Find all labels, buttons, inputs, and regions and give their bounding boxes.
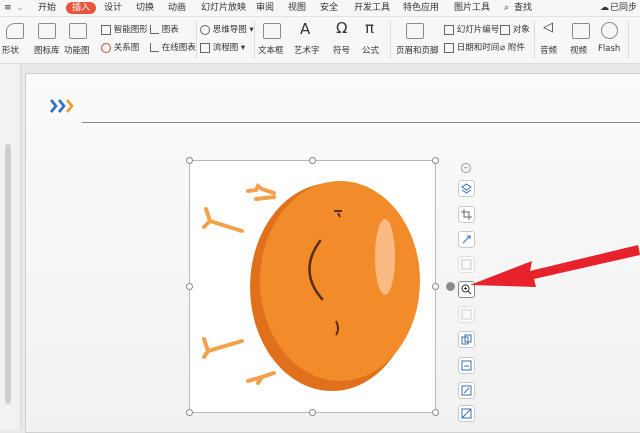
tab-security[interactable]: 安全 [320,2,338,14]
sync-status: 已同步 [610,3,638,13]
smart-graphic-button[interactable]: 智能图形 [101,23,148,35]
online-chart-icon [150,43,159,52]
slide-number-button[interactable]: 幻灯片编号 [444,23,499,35]
icon-library-icon[interactable] [38,23,56,39]
copy-icon [461,334,472,345]
video-button[interactable]: 视频 [570,44,587,56]
grid-icon [461,309,472,320]
search-label[interactable]: 查找 [514,2,532,14]
relation-chart-icon [101,42,111,53]
title-underline [82,122,640,123]
flow-chart-button[interactable]: 流程图 ▾ [200,41,245,53]
tab-slideshow[interactable]: 幻灯片放映 [201,2,246,14]
symbol-button[interactable]: 符号 [333,44,350,56]
selected-image[interactable] [189,160,436,413]
layers-icon [461,183,472,194]
tab-animation[interactable]: 动画 [168,2,186,14]
replace-image-button[interactable] [458,357,475,374]
edit-image-button[interactable] [458,405,475,422]
separator [534,21,535,59]
slide-number-icon [444,24,454,35]
art-text-button[interactable]: 艺术字 [294,44,320,56]
separator [390,21,391,59]
separator [254,21,255,59]
function-chart-button[interactable]: 功能图 [64,44,90,56]
mind-map-button[interactable]: 思维导图 ▾ [200,23,254,35]
layers-button[interactable] [458,180,475,197]
shape-button[interactable]: 形状 [2,44,19,56]
attachment-button[interactable]: ⌀ 附件 [500,41,525,53]
copy-image-button[interactable] [458,331,475,348]
function-chart-icon[interactable] [69,23,87,39]
resize-handle-top[interactable] [309,157,316,164]
crop-button[interactable] [458,206,475,223]
crop-icon [461,209,472,220]
orange-character-illustration [202,181,420,391]
export-image-button[interactable] [458,382,475,399]
tab-developer[interactable]: 开发工具 [354,2,390,14]
resize-handle-left[interactable] [186,283,193,290]
tab-design[interactable]: 设计 [104,2,122,14]
red-arrow-annotation [470,245,640,287]
rotate-handle-icon[interactable] [446,282,455,291]
pi-formula-icon[interactable]: π [365,19,374,37]
art-text-icon[interactable]: A [300,20,310,38]
tab-picture-tools[interactable]: 图片工具 [454,2,490,14]
resize-handle-bottom-left[interactable] [186,409,193,416]
tab-start[interactable]: 开始 [38,2,56,14]
formula-button[interactable]: 公式 [362,44,379,56]
resize-handle-bottom-right[interactable] [432,409,439,416]
video-icon[interactable] [572,23,590,39]
bar-chart-icon [150,25,159,34]
tab-special[interactable]: 特色应用 [403,2,439,14]
omega-symbol-icon[interactable]: Ω [336,19,347,37]
flash-button[interactable]: Flash [598,44,620,54]
icon-library-button[interactable]: 图标库 [34,44,60,56]
separator [196,21,197,59]
mind-map-icon [200,24,210,35]
resize-handle-top-left[interactable] [186,157,193,164]
search-icon[interactable]: ⌕ [504,2,509,14]
chevrons-decoration-icon [50,99,74,113]
date-time-button[interactable]: 日期和时间 [444,41,499,53]
online-chart-button[interactable]: 在线图表 [150,41,196,53]
tab-review[interactable]: 审阅 [256,2,274,14]
textbox-icon[interactable] [263,23,281,39]
smart-graphic-icon [101,24,111,35]
audio-button[interactable]: 音频 [540,44,557,56]
relation-chart-button[interactable]: 关系图 [101,41,139,53]
tab-insert[interactable]: 插入 [66,2,97,14]
tab-transition[interactable]: 切换 [136,2,154,14]
object-icon [500,24,510,35]
replace-icon [461,360,472,371]
tab-view[interactable]: 视图 [288,2,306,14]
chart-button[interactable]: 图表 [150,23,179,35]
dropdown-icon[interactable]: ⌄ [16,2,24,14]
calendar-icon [444,42,454,53]
header-footer-icon[interactable] [406,23,424,39]
resize-handle-right[interactable] [432,283,439,290]
pencil-icon [461,408,472,419]
export-icon [461,385,472,396]
slide-thumbnail-pane [0,64,21,430]
textbox-button[interactable]: 文本框 [258,44,284,56]
menu-bar: ≡ ⌄ 开始 插入 设计 切换 动画 幻灯片放映 审阅 视图 安全 开发工具 特… [0,0,640,17]
flash-icon[interactable] [601,22,618,39]
separator [628,21,629,59]
disabled-tool-button[interactable] [458,306,475,323]
ribbon-insert: 形状 图标库 功能图 智能图形 关系图 图表 在线图表 思维导图 ▾ 流程图 ▾… [0,17,640,64]
paperclip-icon: ⌀ [500,43,506,53]
flow-chart-icon [200,42,210,53]
collapse-toolbar-icon[interactable]: – [461,163,471,173]
app-menu-icon[interactable]: ≡ [4,2,12,14]
header-footer-button[interactable]: 页眉和页脚 [396,44,439,56]
shape-icon[interactable] [6,23,24,39]
speaker-icon[interactable]: ◁ [543,20,553,35]
resize-handle-bottom[interactable] [309,409,316,416]
cloud-sync-icon: ☁ [600,3,609,13]
resize-handle-top-right[interactable] [432,157,439,164]
thumbnail-scrollbar[interactable] [5,144,11,404]
object-button[interactable]: 对象 [500,23,530,35]
